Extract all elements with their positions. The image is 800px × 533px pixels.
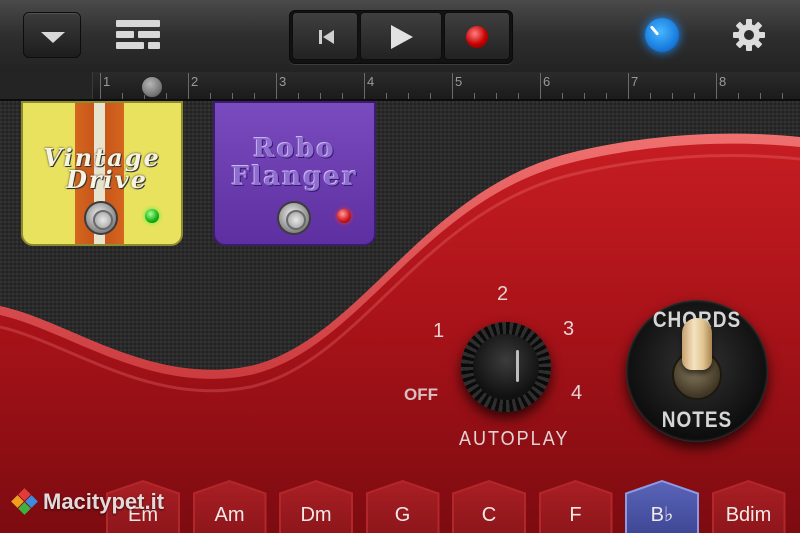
ruler-bar-number: 1 (103, 74, 111, 89)
ruler-beat-tick (386, 93, 387, 99)
ruler-beat-tick (320, 93, 321, 99)
chord-label: G (394, 504, 411, 526)
toggle-lever[interactable] (682, 318, 712, 370)
ruler-beat-tick (562, 93, 563, 99)
play-icon (391, 25, 413, 49)
led-red-indicator (337, 209, 351, 223)
ruler-beat-tick (782, 93, 783, 99)
ruler-bar-tick (628, 73, 629, 99)
ruler-beat-tick (496, 93, 497, 99)
chord-strip-face: Bdim (713, 482, 784, 533)
ruler-bar-tick (716, 73, 717, 99)
chord-strip-face: G (367, 482, 438, 533)
ruler-beat-tick (122, 93, 123, 99)
ruler-bar-number: 3 (279, 74, 287, 89)
chord-label: Am (214, 504, 245, 526)
led-green-indicator (145, 209, 159, 223)
record-button[interactable] (444, 12, 510, 60)
pedal-vintage-drive[interactable]: Vintage Drive (21, 101, 183, 246)
footswitch[interactable] (277, 201, 311, 235)
ruler-bar-tick (364, 73, 365, 99)
ruler-bar-tick (276, 73, 277, 99)
ruler-beat-tick (210, 93, 211, 99)
play-button[interactable] (360, 12, 442, 60)
pedal-robo-flanger[interactable]: Robo Flanger (213, 101, 376, 246)
ruler-bar-tick (540, 73, 541, 99)
footswitch[interactable] (84, 201, 118, 235)
ruler-beat-tick (694, 93, 695, 99)
knob-pointer (516, 350, 519, 382)
ruler-bar-number: 4 (367, 74, 375, 89)
autoplay-label: AUTOPLAY (459, 426, 570, 450)
transport-controls (289, 10, 513, 64)
chevron-down-icon (41, 32, 65, 43)
chord-strip-face: B♭ (627, 482, 697, 533)
chord-label: F (569, 504, 582, 526)
autoplay-position-4[interactable]: 4 (571, 382, 582, 405)
chord-label: Bdim (725, 504, 772, 526)
smart-controls-knob-icon[interactable] (645, 18, 679, 52)
pedal-name: Vintage Drive (43, 143, 161, 194)
ruler-bar-number: 5 (455, 74, 463, 89)
chord-strip-face: Am (194, 482, 265, 533)
watermark-text: Macitypet.it (43, 489, 165, 514)
ruler-beat-tick (760, 93, 761, 99)
ruler-beat-tick (518, 93, 519, 99)
ruler-bar-tick (100, 73, 101, 99)
autoplay-position-off[interactable]: OFF (404, 385, 438, 405)
ruler-beat-tick (166, 93, 167, 99)
ruler-beat-tick (650, 93, 651, 99)
ruler-bar-tick (188, 73, 189, 99)
autoplay-position-3[interactable]: 3 (563, 318, 574, 341)
autoplay-knob[interactable] (461, 322, 551, 412)
ruler-bar-tick (452, 73, 453, 99)
chord-strip-face: Dm (281, 482, 351, 533)
chord-label: B♭ (650, 504, 674, 526)
ruler-beat-tick (584, 93, 585, 99)
ruler-bar-number: 7 (631, 74, 639, 89)
rewind-button[interactable] (292, 12, 358, 60)
ruler-header (0, 72, 93, 99)
notes-label: NOTES (661, 408, 733, 433)
playhead-handle[interactable] (141, 76, 163, 98)
autoplay-position-2[interactable]: 2 (497, 283, 508, 306)
pedal-name: Robo Flanger (231, 134, 358, 192)
gear-icon[interactable] (731, 17, 767, 53)
chords-notes-switch[interactable]: CHORDS NOTES (626, 300, 768, 442)
ruler-beat-tick (254, 93, 255, 99)
ruler-beat-tick (430, 93, 431, 99)
ruler-bar-number: 2 (191, 74, 199, 89)
chord-label: Dm (300, 504, 332, 526)
ruler-beat-tick (298, 93, 299, 99)
chord-strip-face: F (540, 482, 611, 533)
toolbar (0, 0, 800, 73)
ruler-beat-tick (474, 93, 475, 99)
ruler-beat-tick (232, 93, 233, 99)
watermark-logo-icon (11, 488, 38, 515)
timeline-ruler[interactable]: 1 2 3 4 5 6 7 8 (0, 72, 800, 101)
chord-label: C (481, 504, 497, 526)
ruler-bar-number: 8 (719, 74, 727, 89)
chord-strip-face: C (454, 482, 524, 533)
ruler-bar-number: 6 (543, 74, 551, 89)
ruler-beat-tick (408, 93, 409, 99)
ruler-beat-tick (672, 93, 673, 99)
ruler-beat-tick (738, 93, 739, 99)
menu-button[interactable] (23, 12, 81, 58)
tracks-view-button[interactable] (116, 20, 160, 50)
record-icon (466, 26, 488, 48)
watermark: Macitypet.it (11, 488, 165, 515)
ruler-beat-tick (606, 93, 607, 99)
ruler-beat-tick (342, 93, 343, 99)
autoplay-position-1[interactable]: 1 (433, 320, 444, 343)
